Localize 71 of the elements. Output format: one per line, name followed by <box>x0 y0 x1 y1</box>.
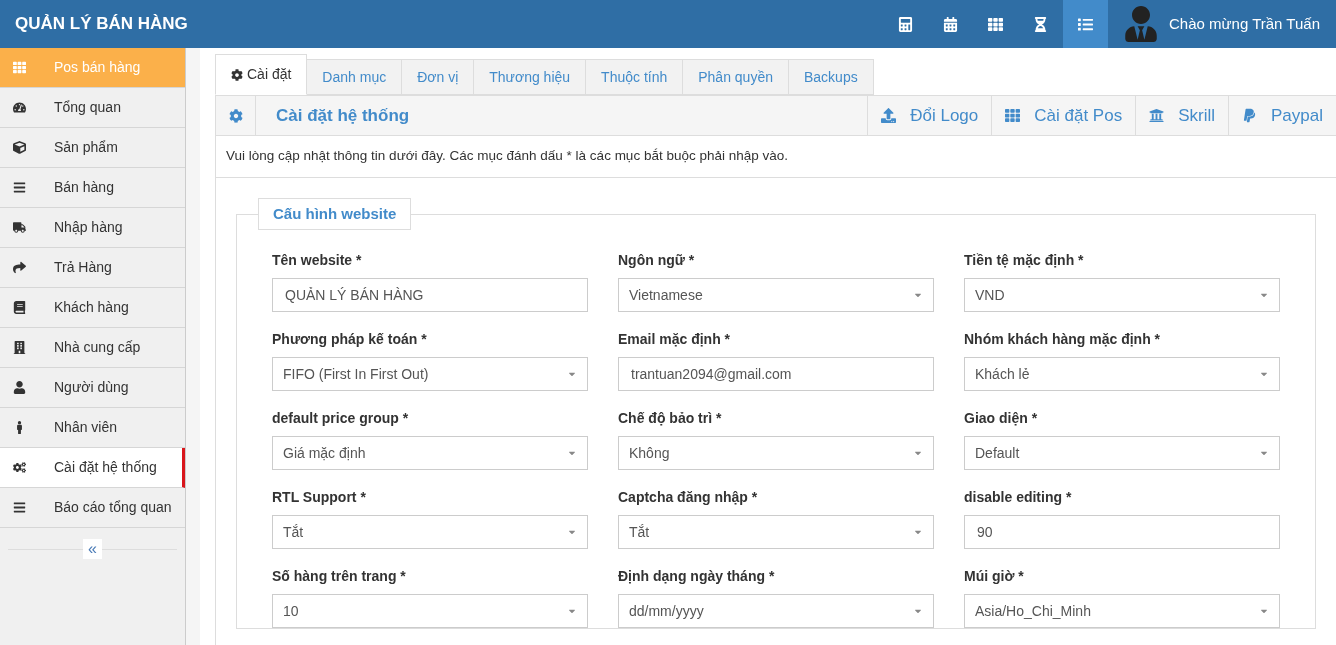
grid-icon <box>13 61 26 74</box>
sidebar-item[interactable]: Bán hàng <box>0 168 185 208</box>
input-field[interactable]: 90 <box>964 515 1280 549</box>
user-icon <box>13 381 26 394</box>
menu-icon <box>13 501 26 514</box>
input-field[interactable]: QUẢN LÝ BÁN HÀNG <box>272 278 588 312</box>
field-label: Số hàng trên trang * <box>272 567 407 586</box>
select-field[interactable]: dd/mm/yyyy <box>618 594 934 628</box>
field-label: default price group * <box>272 409 410 428</box>
select-field[interactable]: Tắt <box>272 515 588 549</box>
app-title: QUẢN LÝ BÁN HÀNG <box>14 13 188 36</box>
select-field[interactable]: FIFO (First In First Out) <box>272 357 588 391</box>
grid-icon <box>1005 108 1021 123</box>
gears-icon <box>13 461 26 474</box>
truck-icon <box>13 221 26 234</box>
sidebar-item[interactable]: Tổng quan <box>0 88 185 128</box>
field-label: Chế độ bảo trì * <box>618 409 723 428</box>
sidebar-item[interactable]: Trả Hàng <box>0 248 185 288</box>
panel-title: Cài đặt hệ thống <box>275 104 410 127</box>
intro-text: Vui lòng cập nhật thông tin dưới đây. Các mục đánh dấu * là các mục bắt buộc phải nhập vào. <box>226 147 788 166</box>
calendar-icon <box>943 16 959 32</box>
book-icon <box>13 301 26 314</box>
select-field[interactable]: Asia/Ho_Chi_Minh <box>964 594 1280 628</box>
select-field[interactable]: 10 <box>272 594 588 628</box>
sidebar-item[interactable]: Nhập hàng <box>0 208 185 248</box>
select-field[interactable]: Giá mặc định <box>272 436 588 470</box>
sidebar-item[interactable]: Người dùng <box>0 368 185 408</box>
gear-icon <box>228 108 243 123</box>
sidebar-item[interactable]: Báo cáo tổng quan <box>0 488 185 528</box>
grid-icon <box>988 16 1004 32</box>
section-legend: Cấu hình website <box>258 198 412 230</box>
field-label: Email mặc định * <box>618 330 732 349</box>
toolbar-button[interactable] <box>1063 0 1109 48</box>
calculator-icon <box>898 16 914 32</box>
gear-icon <box>231 68 243 81</box>
bank-icon <box>1149 108 1165 123</box>
sidebar-item[interactable]: Khách hàng <box>0 288 185 328</box>
select-field[interactable]: Vietnamese <box>618 278 934 312</box>
field-label: Tên website * <box>272 251 363 270</box>
select-field[interactable]: Không <box>618 436 934 470</box>
sidebar-item[interactable]: Cài đặt hệ thống <box>0 448 185 488</box>
field-label: disable editing * <box>964 488 1073 507</box>
field-label: Tiền tệ mặc định * <box>964 251 1085 270</box>
hourglass-icon <box>1033 16 1049 32</box>
select-field[interactable]: Tắt <box>618 515 934 549</box>
field-label: Định dạng ngày tháng * <box>618 567 776 586</box>
field-label: Nhóm khách hàng mặc định * <box>964 330 1162 349</box>
avatar-icon <box>1123 6 1160 42</box>
field-label: Giao diện * <box>964 409 1039 428</box>
input-field[interactable]: trantuan2094@gmail.com <box>618 357 934 391</box>
list-icon <box>1078 16 1094 32</box>
sidebar-item[interactable]: Sản phẩm <box>0 128 185 168</box>
tab[interactable]: Cài đặt <box>215 54 308 95</box>
cube-icon <box>13 141 26 154</box>
menu-icon <box>13 181 26 194</box>
field-label: Captcha đăng nhập * <box>618 488 759 507</box>
paypal-icon <box>1242 108 1257 123</box>
field-label: Phương pháp kế toán * <box>272 330 428 349</box>
building-icon <box>13 341 26 354</box>
field-label: Ngôn ngữ * <box>618 251 696 270</box>
share-arrow-icon <box>13 261 26 274</box>
collapse-button[interactable]: « <box>83 539 102 559</box>
field-label: Múi giờ * <box>964 567 1025 586</box>
select-field[interactable]: Khách lẻ <box>964 357 1280 391</box>
upload-icon <box>881 108 897 123</box>
sidebar-item[interactable]: Nhà cung cấp <box>0 328 185 368</box>
greeting[interactable]: Chào mừng Trần Tuấn <box>1169 12 1320 36</box>
gauge-icon <box>13 101 26 114</box>
select-field[interactable]: Default <box>964 436 1280 470</box>
field-label: RTL Support * <box>272 488 367 507</box>
select-field[interactable]: VND <box>964 278 1280 312</box>
